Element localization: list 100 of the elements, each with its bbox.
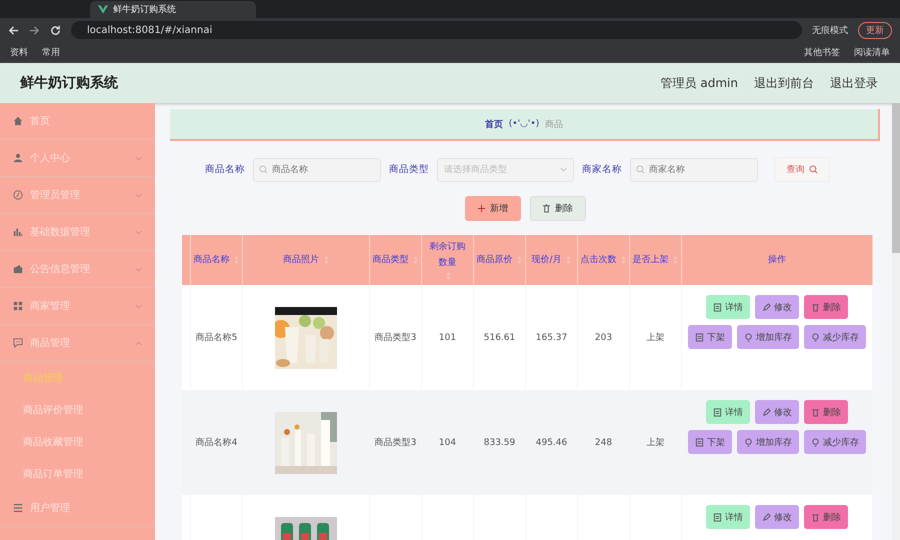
- plus-icon: [477, 204, 486, 213]
- back-icon[interactable]: [8, 24, 19, 36]
- trash-icon: [811, 512, 820, 522]
- chevron-icon: [135, 192, 142, 198]
- delete-button[interactable]: 删除: [804, 400, 848, 424]
- user-icon: [13, 153, 23, 163]
- chevron-icon: [135, 266, 142, 272]
- document-icon: [695, 332, 704, 342]
- app-title: 鲜牛奶订购系统: [20, 74, 118, 92]
- table-cell-text: 商品类型3: [374, 332, 416, 344]
- stock-button[interactable]: 增加库存: [737, 430, 799, 454]
- search-icon: [808, 165, 818, 174]
- stock-button[interactable]: 增加库存: [737, 325, 799, 349]
- table-cell-text: 商品类型3: [374, 436, 416, 450]
- chevron-icon: [135, 156, 142, 160]
- trash-icon: [542, 204, 551, 213]
- pencil-icon: [762, 512, 771, 522]
- table-cell-text: 101: [438, 332, 456, 344]
- header-link[interactable]: 管理员 admin: [660, 74, 738, 92]
- sort-icon[interactable]: [234, 256, 240, 264]
- stock-button[interactable]: 减少库存: [804, 325, 866, 349]
- bulb-icon: [744, 438, 753, 446]
- document-icon: [713, 512, 722, 522]
- edit-button[interactable]: 修改: [755, 505, 799, 529]
- breadcrumb-link[interactable]: 首页: [484, 118, 503, 130]
- pencil-icon: [762, 408, 771, 416]
- table-cell-text: 商品名称4: [196, 436, 238, 450]
- trash-icon: [811, 408, 820, 416]
- delete-button[interactable]: 删除: [804, 505, 848, 529]
- header-link[interactable]: 退出到前台: [754, 74, 814, 92]
- bulb-icon: [811, 438, 820, 446]
- sort-icon[interactable]: [517, 256, 522, 264]
- wallet-icon: [13, 264, 23, 274]
- table-cell-text: 上架: [646, 332, 664, 344]
- search-field[interactable]: 商品名称: [253, 158, 381, 182]
- bookmark[interactable]: 资料: [10, 46, 28, 58]
- table-cell-text: 495.46: [536, 436, 568, 450]
- header-link[interactable]: 退出登录: [830, 74, 878, 92]
- address-field[interactable]: localhost:8081/#/xiannai: [71, 21, 802, 39]
- chevron-icon: [135, 340, 142, 346]
- edit-button[interactable]: 修改: [755, 295, 799, 319]
- breadcrumb-current: 商品: [545, 118, 564, 130]
- edit-button[interactable]: 修改: [755, 400, 799, 424]
- document-icon: [713, 302, 722, 312]
- search-field[interactable]: 商家名称: [630, 158, 758, 182]
- search-icon: [259, 164, 268, 174]
- chevron-icon: [135, 304, 142, 308]
- bulb-icon: [744, 332, 753, 342]
- table-cell-text: 833.59: [484, 436, 516, 450]
- list-icon: [13, 503, 23, 513]
- grid-icon: [13, 301, 23, 311]
- sort-icon[interactable]: [566, 256, 572, 264]
- document-icon: [695, 438, 704, 446]
- bulb-icon: [811, 332, 820, 342]
- detail-button[interactable]: 详情: [706, 505, 750, 529]
- pencil-icon: [762, 302, 771, 312]
- detail-button[interactable]: 详情: [706, 400, 750, 424]
- compass-icon: [13, 190, 23, 200]
- trash-icon: [811, 302, 820, 312]
- table-cell-text: 165.37: [536, 332, 568, 344]
- search-icon: [636, 164, 645, 174]
- delete-button[interactable]: 删除: [530, 196, 586, 221]
- delete-button[interactable]: 删除: [804, 295, 848, 319]
- forward-icon[interactable]: [29, 24, 40, 36]
- home-icon: [13, 116, 23, 126]
- table-cell-text: 商品名称5: [196, 332, 238, 344]
- column-header[interactable]: 操作: [768, 252, 786, 268]
- incognito-label[interactable]: 无痕模式: [812, 24, 848, 36]
- sort-icon[interactable]: [621, 256, 626, 264]
- reload-icon[interactable]: [50, 24, 61, 36]
- v-logo-icon: [98, 5, 108, 14]
- column-header[interactable]: 现价/月: [532, 252, 562, 268]
- column-header[interactable]: 商品照片: [283, 252, 320, 268]
- unlist-button[interactable]: 下架: [688, 325, 732, 349]
- table-cell-text: 上架: [646, 436, 664, 450]
- table-cell-text: 203: [594, 332, 612, 344]
- chevron-icon: [560, 167, 567, 172]
- table-cell-text: 516.61: [484, 332, 516, 344]
- bookmark[interactable]: 其他书签: [804, 46, 840, 58]
- bookmark[interactable]: 阅读清单: [854, 46, 890, 58]
- scrollbar-thumb[interactable]: [892, 103, 900, 253]
- sort-icon[interactable]: [324, 256, 329, 264]
- field-label: 商品名称: [205, 163, 245, 176]
- sort-icon[interactable]: [673, 256, 678, 264]
- chat-icon: [13, 338, 23, 348]
- unlist-button[interactable]: 下架: [688, 430, 732, 454]
- bookmark[interactable]: 常用: [42, 46, 60, 58]
- stock-button[interactable]: 减少库存: [804, 430, 866, 454]
- field-label: 商家名称: [582, 163, 622, 176]
- add-button[interactable]: 新增: [464, 196, 520, 221]
- sort-icon[interactable]: [413, 256, 418, 264]
- table-cell-text: 248: [594, 436, 612, 450]
- chart-icon: [13, 227, 23, 237]
- browser-tab[interactable]: 鲜牛奶订购系统: [90, 1, 256, 18]
- sort-icon[interactable]: [446, 272, 451, 280]
- document-icon: [713, 408, 722, 416]
- table-cell-text: 104: [438, 436, 456, 450]
- detail-button[interactable]: 详情: [706, 295, 750, 319]
- query-button[interactable]: 查询: [774, 157, 830, 182]
- update-button[interactable]: 更新: [858, 22, 892, 38]
